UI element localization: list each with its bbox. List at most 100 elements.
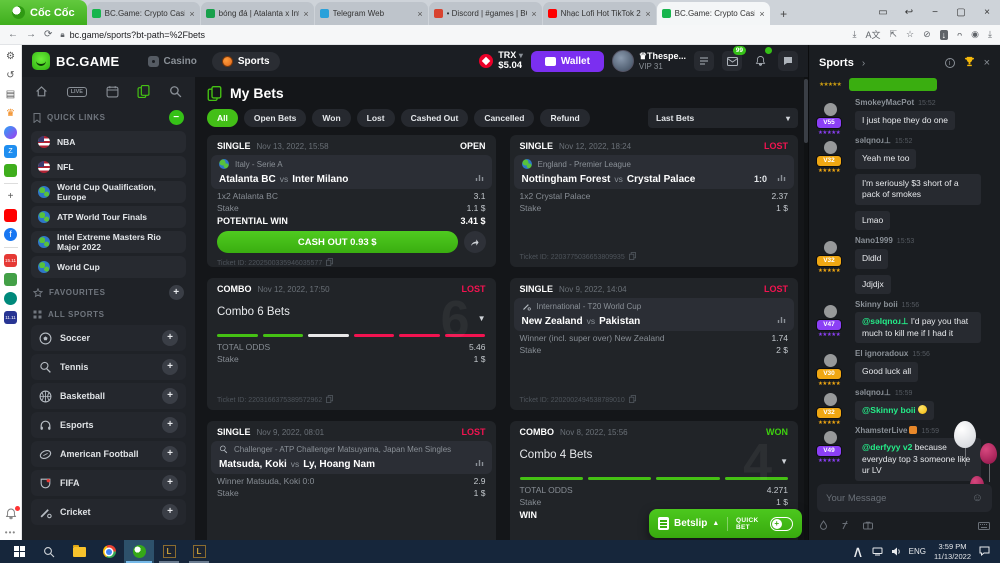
chat-toggle-button[interactable] bbox=[778, 51, 798, 71]
emoji-picker-icon[interactable]: ☺ bbox=[972, 492, 983, 504]
sport-cricket[interactable]: Cricket+ bbox=[31, 499, 186, 525]
info-icon[interactable]: i bbox=[945, 58, 955, 68]
quick-link-wcq-europe[interactable]: World Cup Qualification, Europe bbox=[31, 181, 186, 203]
copy-icon[interactable] bbox=[629, 252, 636, 262]
restore-tab-icon[interactable]: ↩ bbox=[896, 7, 922, 18]
close-button[interactable]: × bbox=[974, 7, 1000, 18]
url-field[interactable]: 🔒︎ bc.game/sports?bt-path=%2Fbets bbox=[60, 30, 844, 40]
tab-close-icon[interactable]: × bbox=[531, 9, 536, 19]
quick-link-nfl[interactable]: NFL bbox=[31, 156, 186, 178]
expand-sport-button[interactable]: + bbox=[162, 359, 178, 375]
taskbar-clock[interactable]: 3:59 PM 11/13/2022 bbox=[934, 542, 971, 561]
maximize-button[interactable]: ▢ bbox=[948, 7, 974, 18]
mention[interactable]: @Skinny boii bbox=[862, 405, 916, 415]
coupon-icon[interactable] bbox=[863, 517, 873, 535]
chat-username[interactable]: sǝlqnoɹ⊥ bbox=[855, 388, 891, 397]
live-icon[interactable]: LIVE bbox=[67, 87, 87, 97]
match-teams[interactable]: Atalanta BCvsInter Milano bbox=[219, 173, 484, 185]
chat-username[interactable]: Skinny boii bbox=[855, 300, 898, 309]
hot-crown-icon[interactable]: ♛ bbox=[4, 107, 17, 120]
chevron-right-icon[interactable]: › bbox=[862, 58, 865, 69]
downloads-tray-icon[interactable]: ⤓ bbox=[988, 29, 992, 40]
chat-username[interactable]: El ignoradoux bbox=[855, 349, 908, 358]
my-bets-icon[interactable] bbox=[137, 85, 150, 98]
search-icon[interactable] bbox=[169, 85, 182, 98]
adblock-icon[interactable]: ⊘ bbox=[923, 29, 931, 40]
expand-sport-button[interactable]: + bbox=[162, 475, 178, 491]
badminton-icon[interactable] bbox=[4, 292, 17, 305]
chrome-icon[interactable] bbox=[94, 540, 124, 563]
copy-icon[interactable] bbox=[326, 395, 333, 405]
rain-icon[interactable] bbox=[819, 517, 828, 535]
download-active-icon[interactable]: ↓ bbox=[940, 30, 949, 40]
sport-basketball[interactable]: Basketball+ bbox=[31, 383, 186, 409]
chat-username[interactable]: SmokeyMacPot bbox=[855, 98, 914, 107]
taskbar-search[interactable] bbox=[34, 540, 64, 563]
sort-select[interactable]: Last Bets ▾ bbox=[648, 108, 798, 128]
expand-sport-button[interactable]: + bbox=[162, 417, 178, 433]
add-shortcut-icon[interactable]: + bbox=[4, 190, 17, 203]
expand-sport-button[interactable]: + bbox=[162, 388, 178, 404]
browser-tab[interactable]: BC.Game: Crypto Casino Ga × bbox=[87, 2, 200, 25]
mail-button[interactable]: 99 bbox=[722, 51, 742, 71]
reload-icon[interactable]: ⟳ bbox=[44, 29, 52, 40]
notifications-button[interactable] bbox=[750, 51, 770, 71]
quick-link-world-cup[interactable]: World Cup bbox=[31, 256, 186, 278]
filter-all[interactable]: All bbox=[207, 109, 238, 128]
match-teams[interactable]: Matsuda, KokivsLy, Hoang Nam bbox=[219, 458, 484, 470]
feed-icon[interactable]: ▤ bbox=[4, 88, 17, 101]
tab-close-icon[interactable]: × bbox=[303, 9, 308, 19]
expand-sport-button[interactable]: + bbox=[162, 504, 178, 520]
language-indicator[interactable]: ENG bbox=[909, 547, 926, 556]
tab-close-icon[interactable]: × bbox=[417, 9, 422, 19]
sale-15-11-icon[interactable]: 15.11 bbox=[4, 254, 17, 267]
quick-link-nba[interactable]: NBA bbox=[31, 131, 186, 153]
expand-sport-button[interactable]: + bbox=[162, 446, 178, 462]
filter-lost[interactable]: Lost bbox=[357, 109, 395, 128]
user-profile[interactable]: ♛Thespe... VIP 31 bbox=[612, 50, 686, 72]
sidebar-bell-icon[interactable] bbox=[5, 508, 17, 520]
tab-close-icon[interactable]: × bbox=[645, 9, 650, 19]
expand-sport-button[interactable]: + bbox=[162, 330, 178, 346]
chat-message-input[interactable]: Your Message ☺ bbox=[817, 484, 992, 512]
tray-expand-icon[interactable]: ∧ bbox=[852, 542, 864, 562]
forward-icon[interactable]: → bbox=[26, 29, 36, 40]
zalo-icon[interactable]: Z bbox=[4, 145, 17, 158]
browser-tab[interactable]: Nhạc Lofi Hot TikTok 2022 - × bbox=[543, 2, 656, 25]
messenger-icon[interactable] bbox=[4, 126, 17, 139]
filter-cancelled[interactable]: Cancelled bbox=[474, 109, 534, 128]
mention[interactable]: @sǝlqnoɹ⊥ bbox=[862, 316, 908, 326]
stats-icon[interactable] bbox=[475, 458, 484, 470]
action-center-icon[interactable] bbox=[979, 543, 990, 561]
shop-icon[interactable] bbox=[4, 273, 17, 286]
sport-tennis[interactable]: Tennis+ bbox=[31, 354, 186, 380]
reader-mode-icon[interactable]: ▭ bbox=[870, 7, 896, 18]
history-icon[interactable]: ↺ bbox=[4, 69, 17, 82]
home-icon[interactable] bbox=[35, 85, 48, 98]
stats-icon[interactable] bbox=[475, 173, 484, 185]
close-chat-icon[interactable]: × bbox=[984, 57, 990, 69]
profile-icon[interactable]: ◉ bbox=[971, 29, 979, 40]
chat-username[interactable]: sǝlqnoɹ⊥ bbox=[855, 136, 891, 145]
schedule-icon[interactable] bbox=[106, 85, 119, 98]
nav-sports[interactable]: Sports bbox=[212, 52, 280, 71]
browser-tab[interactable]: bóng đá | Atalanta x Interna × bbox=[201, 2, 314, 25]
settings-gear-icon[interactable]: ⚙ bbox=[4, 50, 17, 63]
filter-won[interactable]: Won bbox=[312, 109, 350, 128]
match-teams[interactable]: New ZealandvsPakistan bbox=[522, 315, 787, 327]
sport-fifa[interactable]: FIFA+ bbox=[31, 470, 186, 496]
nav-casino[interactable]: Casino bbox=[138, 52, 207, 71]
bet-list-button[interactable] bbox=[694, 51, 714, 71]
league-of-legends-icon[interactable]: L bbox=[154, 540, 184, 563]
network-icon[interactable] bbox=[872, 543, 883, 561]
mention[interactable]: @derfyyy v2 bbox=[862, 442, 912, 452]
collapse-quick-links-button[interactable]: − bbox=[169, 110, 184, 125]
wallet-button[interactable]: Wallet bbox=[531, 51, 604, 72]
share-icon[interactable]: ⇱ bbox=[889, 29, 897, 40]
expand-combo-icon[interactable]: ▼ bbox=[780, 457, 788, 466]
cash-out-button[interactable]: CASH OUT 0.93 $ bbox=[217, 231, 458, 253]
sport-esports[interactable]: Esports+ bbox=[31, 412, 186, 438]
save-page-icon[interactable]: ⤓ bbox=[852, 29, 856, 40]
bookmark-star-icon[interactable]: ☆ bbox=[906, 29, 914, 40]
keyboard-icon[interactable] bbox=[978, 517, 990, 535]
